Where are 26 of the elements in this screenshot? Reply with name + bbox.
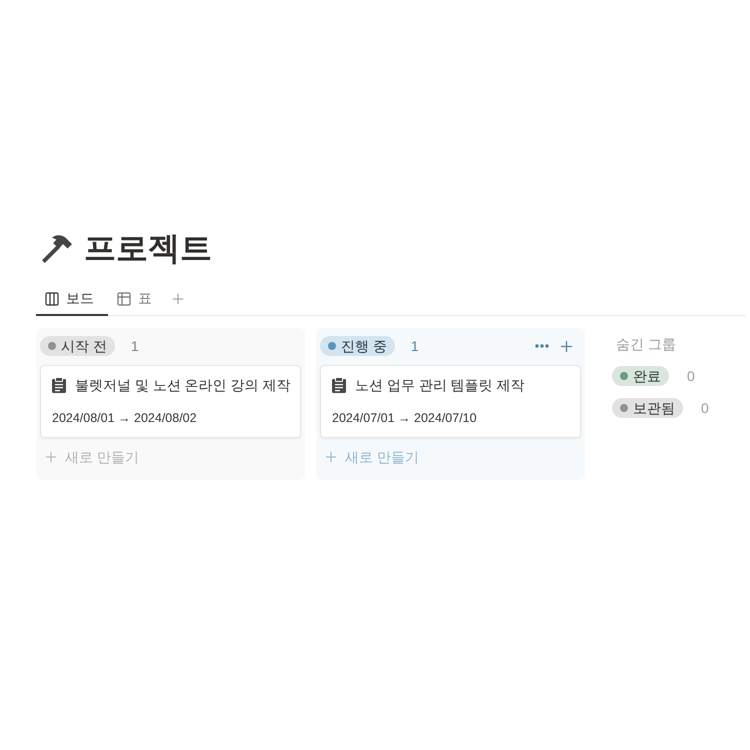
view-tab[interactable]: 표 <box>108 283 166 316</box>
card-dates: 2024/08/01 → 2024/08/02 <box>52 410 197 427</box>
columns-icon <box>44 290 60 306</box>
hidden-groups-heading: 숨긴 그룹 <box>616 334 676 354</box>
clipboard-icon <box>52 377 66 393</box>
plus-icon <box>323 449 339 465</box>
status-label: 진행 중 <box>341 336 387 356</box>
hammer-icon <box>42 233 72 263</box>
group-count: 0 <box>687 366 695 386</box>
card-count: 1 <box>410 336 419 356</box>
card-dates: 2024/07/01 → 2024/07/10 <box>332 410 477 427</box>
table-icon <box>116 290 132 306</box>
card-count: 1 <box>130 336 139 356</box>
status-label: 보관됨 <box>633 398 675 418</box>
more-icon <box>535 344 549 348</box>
card-title: 불렛저널 및 노션 온라인 강의 제작 <box>75 376 290 394</box>
task-card[interactable]: 노션 업무 관리 템플릿 제작 2024/07/01 → 2024/07/10 <box>320 365 581 438</box>
status-label: 시작 전 <box>61 336 107 356</box>
card-title: 노션 업무 관리 템플릿 제작 <box>355 376 525 394</box>
status-label: 완료 <box>633 366 661 386</box>
plus-icon <box>43 449 59 465</box>
group-count: 0 <box>701 398 709 418</box>
task-card[interactable]: 불렛저널 및 노션 온라인 강의 제작 2024/08/01 → 2024/08/02 <box>40 365 301 438</box>
clipboard-icon <box>332 377 346 393</box>
page-title: 프로젝트 <box>84 229 212 268</box>
view-tab[interactable]: 보드 <box>36 283 108 316</box>
